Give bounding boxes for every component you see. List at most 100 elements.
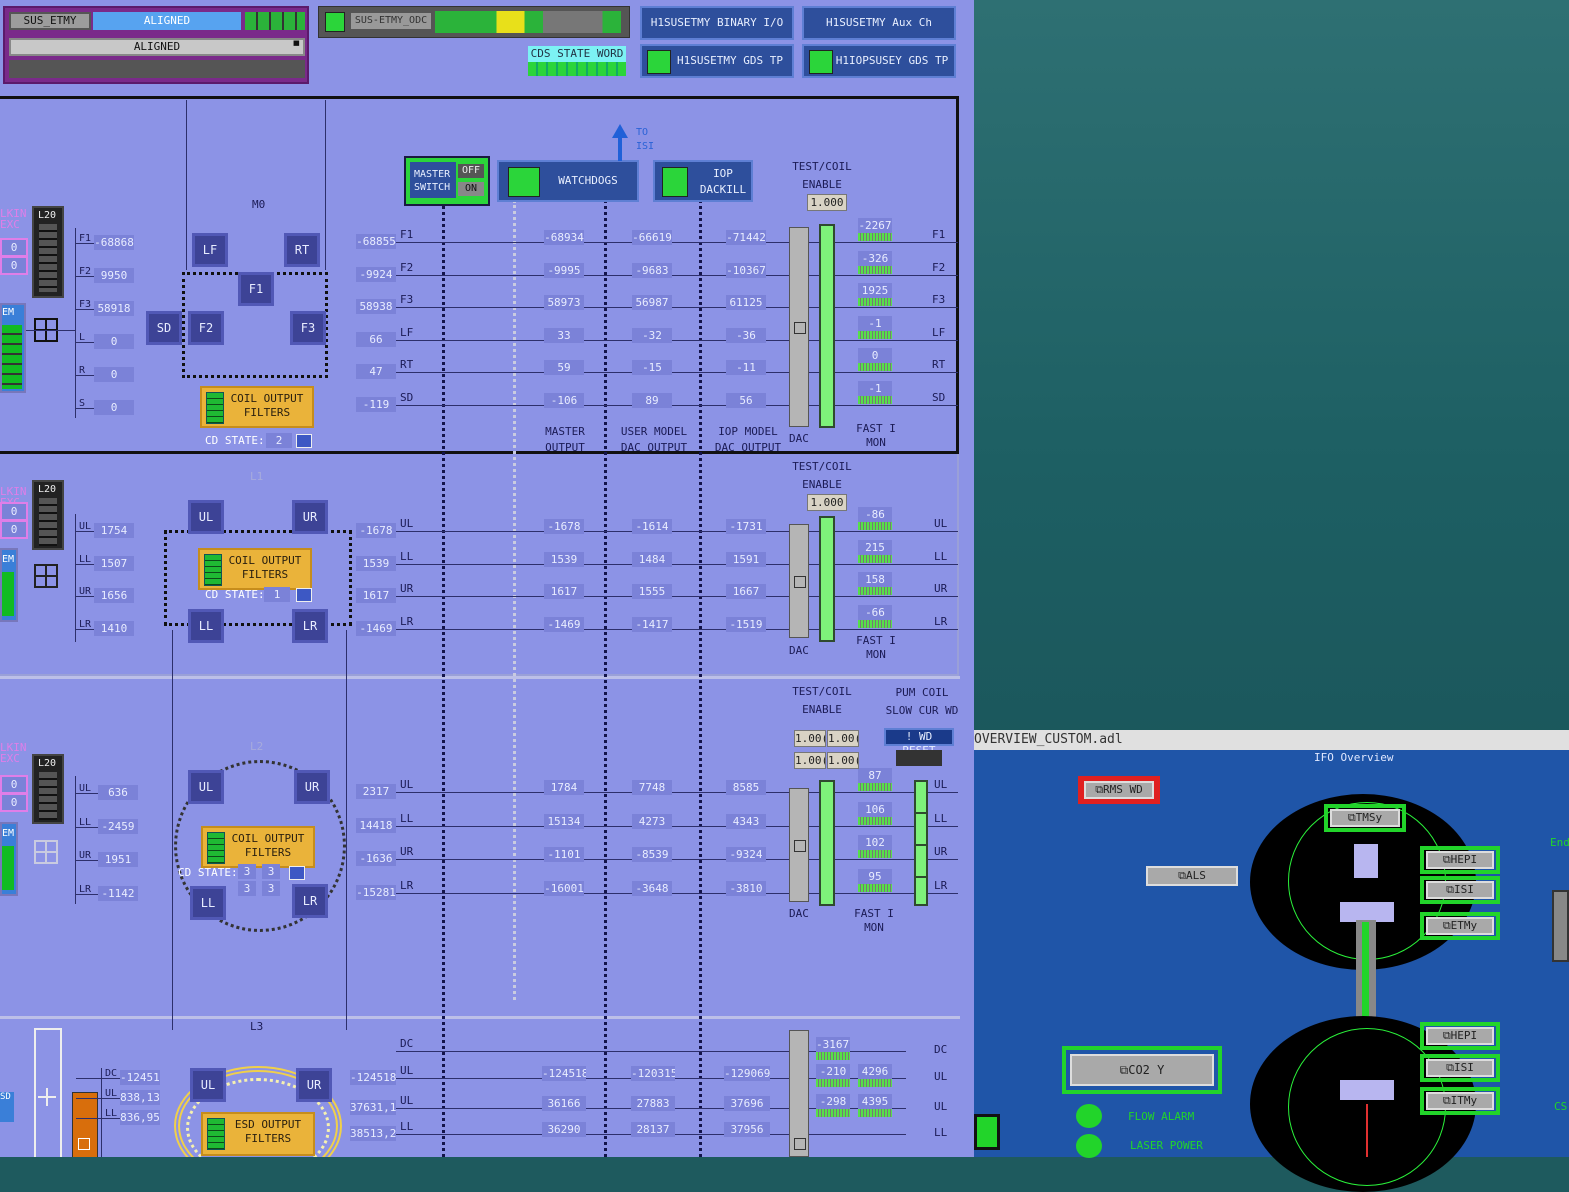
l2-enable-value[interactable]: 1.00( xyxy=(827,752,859,769)
signal-path xyxy=(442,206,445,1157)
master-output-value: -1678 xyxy=(544,519,584,534)
m0-osem-sd[interactable]: SD xyxy=(146,311,182,345)
l3-osem-ur[interactable]: UR xyxy=(296,1068,332,1102)
state-request: ALIGNED xyxy=(93,12,241,30)
m0-osem-f3[interactable]: F3 xyxy=(290,311,326,345)
dac-copy-icon[interactable] xyxy=(794,1138,806,1150)
master-output-value: -124518 xyxy=(542,1066,586,1081)
to-isi-arrow-icon xyxy=(612,124,628,138)
tmsy-button[interactable]: ⧉TMSy xyxy=(1330,809,1400,827)
coil-signal-line xyxy=(396,405,958,406)
watchdogs-label: WATCHDOGS xyxy=(558,174,618,187)
l1-em-block[interactable]: EM xyxy=(0,548,18,622)
copy-icon[interactable] xyxy=(78,1138,90,1150)
master-switch-label: MASTER SWITCH xyxy=(410,162,456,198)
l2-osem-ll[interactable]: LL xyxy=(190,886,226,920)
cd-state-menu-icon[interactable] xyxy=(296,434,312,448)
ey-isi-button[interactable]: ⧉ISI xyxy=(1426,881,1494,899)
fast-i-mon-value: 106 xyxy=(858,801,892,817)
l3-bus xyxy=(101,1068,102,1157)
input-line xyxy=(76,793,98,794)
copy-icon: ⧉ xyxy=(1446,1061,1454,1074)
master-output-value: -16001 xyxy=(544,880,584,896)
input-value: 838,13 xyxy=(120,1090,160,1105)
l2-em-block[interactable]: EM xyxy=(0,822,18,896)
input-line xyxy=(76,375,94,376)
l1-coil-output-filters[interactable]: COIL OUTPUT FILTERS xyxy=(198,548,312,590)
iy-isi-button[interactable]: ⧉ISI xyxy=(1426,1059,1494,1077)
l1-osem-ul[interactable]: UL xyxy=(188,500,224,534)
cd-state-menu-icon[interactable] xyxy=(296,588,312,602)
coil-output-filters-label: COIL OUTPUT FILTERS xyxy=(231,832,305,859)
dac-copy-icon[interactable] xyxy=(794,322,806,334)
copy-icon: ⧉ xyxy=(1442,919,1451,932)
l3-title: L3 xyxy=(250,1020,264,1033)
l2-osem-ur[interactable]: UR xyxy=(294,770,330,804)
rms-wd-button[interactable]: ⧉RMS WD xyxy=(1084,781,1154,799)
l1-enable-value[interactable]: 1.000 xyxy=(807,494,847,511)
wd-reset-button[interactable]: ! WD RESET xyxy=(884,728,954,757)
coil-channel-label: LL xyxy=(400,811,414,825)
master-switch-off[interactable]: OFF xyxy=(458,164,484,178)
coil-drive-value: -119 xyxy=(356,397,396,412)
iop-dac-value: 1591 xyxy=(726,551,766,567)
l3-esd-output-filters[interactable]: ESD OUTPUT FILTERS xyxy=(201,1112,315,1156)
l1-osem-ur[interactable]: UR xyxy=(292,500,328,534)
ey-hepi-button[interactable]: ⧉HEPI xyxy=(1426,851,1494,869)
coil-channel-label: UL xyxy=(934,1100,948,1113)
itmy-button[interactable]: ⧉ITMy xyxy=(1426,1092,1494,1110)
dac-copy-icon[interactable] xyxy=(794,576,806,588)
m0-coil-output-filters[interactable]: COIL OUTPUT FILTERS xyxy=(200,386,314,428)
l2-osem-lr[interactable]: LR xyxy=(292,884,328,918)
flow-alarm-label: FLOW ALARM xyxy=(1128,1110,1195,1123)
coil-channel-label: UR xyxy=(400,582,414,596)
l2-cd-state-value: 3 xyxy=(262,881,280,896)
coil-channel-label: UL xyxy=(934,778,948,791)
odc-button[interactable]: SUS-ETMY_ODC xyxy=(351,13,431,29)
l2-osem-ul[interactable]: UL xyxy=(188,770,224,804)
state-select-menu[interactable]: ALIGNED ▀ xyxy=(9,38,305,56)
l2-l20-matrix[interactable]: L20 xyxy=(32,754,64,824)
m0-l20-matrix[interactable]: L20 xyxy=(32,206,64,298)
l2-enable-value[interactable]: 1.00( xyxy=(794,730,826,747)
m0-em-block[interactable]: EM xyxy=(0,303,26,393)
coil-drive-value: 1617 xyxy=(356,588,396,604)
cd-state-menu-icon[interactable] xyxy=(289,866,305,880)
m0-osem-lf[interactable]: LF xyxy=(192,233,228,267)
fast-i-mon-bar xyxy=(858,850,892,858)
m0-enable-bar xyxy=(819,224,835,428)
coil-channel-label: F1 xyxy=(932,228,946,241)
l2-enable-value[interactable]: 1.00( xyxy=(794,752,826,769)
fast-i-mon-value: 0 xyxy=(858,348,892,364)
l2-enable-value[interactable]: 1.00( xyxy=(827,730,859,747)
iop-dac-value: 61125 xyxy=(726,295,766,311)
to-isi-arrow-stem xyxy=(618,137,622,161)
co2y-button[interactable]: ⧉CO2 Y xyxy=(1070,1054,1214,1086)
l1-l20-matrix[interactable]: L20 xyxy=(32,480,64,550)
als-button[interactable]: ⧉ALS xyxy=(1146,866,1238,886)
l1-osem-lr[interactable]: LR xyxy=(292,609,328,643)
master-switch-on[interactable]: ON xyxy=(458,182,484,196)
coil-channel-label: LF xyxy=(400,325,414,339)
sus-etmy-button[interactable]: SUS_ETMY xyxy=(9,12,91,30)
l3-sd-block[interactable]: SD xyxy=(0,1092,14,1122)
esd-output-filters-label: ESD OUTPUT FILTERS xyxy=(234,1118,302,1145)
fast-i-mon-value: 102 xyxy=(858,835,892,850)
fast-i-mon-value: 158 xyxy=(858,572,892,588)
etmy-button[interactable]: ⧉ETMy xyxy=(1426,917,1494,935)
iy-hepi-button[interactable]: ⧉HEPI xyxy=(1426,1027,1494,1045)
m0-osem-rt[interactable]: RT xyxy=(284,233,320,267)
l2-coil-output-filters[interactable]: COIL OUTPUT FILTERS xyxy=(201,826,315,868)
l1-osem-ll[interactable]: LL xyxy=(188,609,224,643)
user-dac-value: -1417 xyxy=(632,617,672,633)
l2-lkin-label: LKIN EXC xyxy=(0,742,27,764)
l3-osem-ul[interactable]: UL xyxy=(190,1068,226,1102)
m0-cd-state-value: 2 xyxy=(266,433,292,448)
aux-ch-button[interactable]: H1SUSETMY Aux Ch xyxy=(802,6,956,40)
m0-osem-f1[interactable]: F1 xyxy=(238,272,274,306)
m0-enable-value[interactable]: 1.000 xyxy=(807,194,847,211)
binary-io-button[interactable]: H1SUSETMY BINARY I/O xyxy=(640,6,794,40)
master-switch[interactable]: MASTER SWITCH OFF ON xyxy=(404,156,490,206)
m0-osem-f2[interactable]: F2 xyxy=(188,311,224,345)
dac-copy-icon[interactable] xyxy=(794,840,806,852)
